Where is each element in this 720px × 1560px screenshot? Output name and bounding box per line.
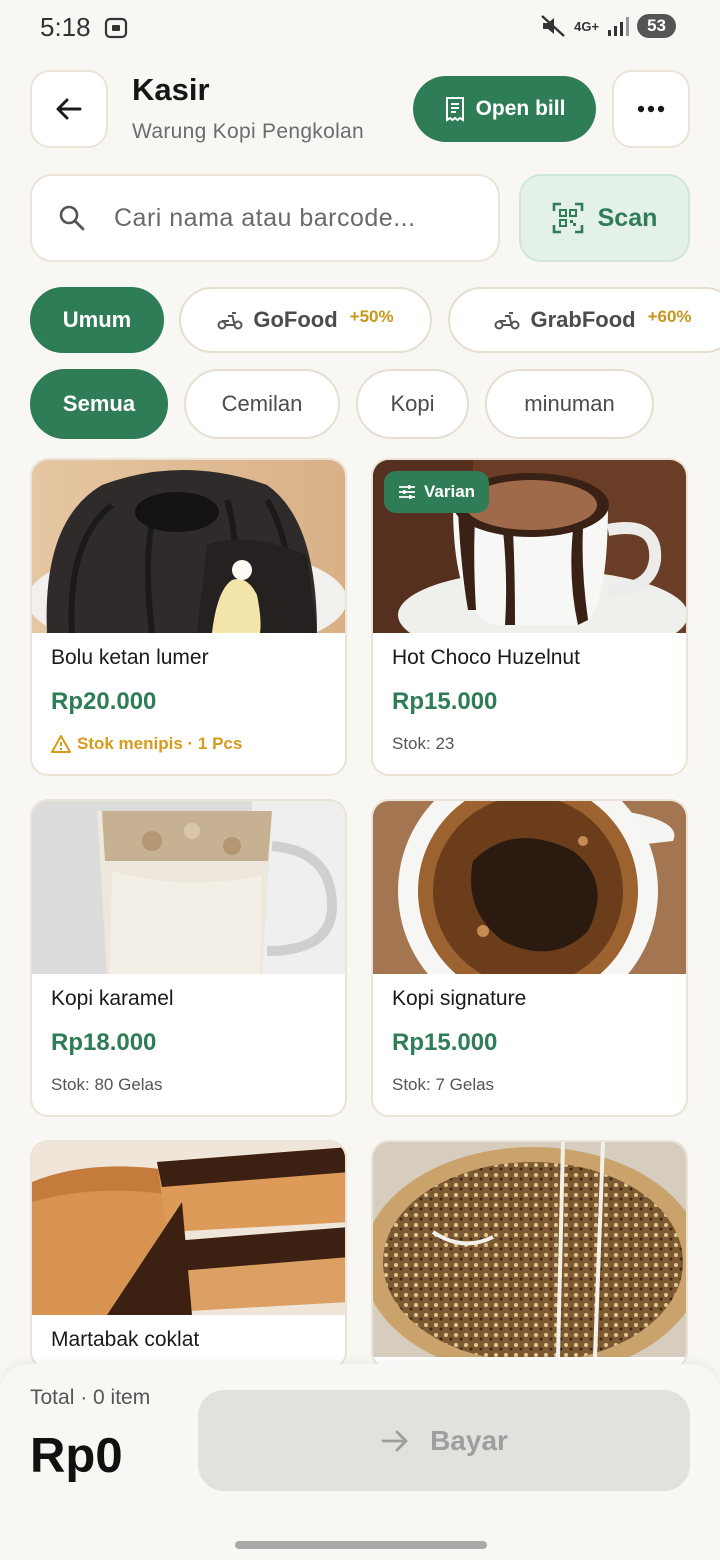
total-amount: Rp0 — [30, 1429, 123, 1483]
category-chip-minuman[interactable]: minuman — [485, 369, 654, 439]
product-price: Rp15.000 — [392, 1029, 498, 1056]
category-label: Semua — [62, 391, 136, 416]
product-price: Rp18.000 — [51, 1029, 157, 1056]
page-title: Kasir — [132, 72, 210, 107]
product-card[interactable]: Martabak coklat — [30, 1140, 347, 1370]
mute-icon — [541, 15, 565, 37]
checkout-bar: Total · 0 item Rp0 Bayar — [0, 1364, 720, 1560]
product-card[interactable]: Varian Hot Choco Huzelnut Rp15.000 Stok:… — [371, 458, 688, 776]
category-label: Cemilan — [221, 391, 303, 416]
sliders-icon — [399, 485, 415, 499]
search-bar[interactable] — [30, 174, 500, 262]
delivery-scooter-icon — [217, 312, 243, 330]
scan-button[interactable]: Scan — [519, 174, 690, 262]
search-input[interactable] — [114, 203, 444, 233]
category-label: minuman — [524, 391, 615, 416]
product-price: Rp20.000 — [51, 688, 157, 715]
markup-badge: +50% — [349, 307, 394, 326]
total-label: Total · 0 item — [30, 1386, 151, 1409]
product-name: Hot Choco Huzelnut — [392, 646, 580, 669]
network-type: 4G+ — [574, 18, 600, 34]
product-name: Kopi karamel — [51, 987, 174, 1010]
product-name: Kopi signature — [392, 987, 527, 1010]
warning-icon — [51, 735, 71, 753]
open-bill-button[interactable]: Open bill — [413, 76, 596, 142]
more-options-button[interactable] — [612, 70, 690, 148]
open-bill-label: Open bill — [475, 97, 566, 120]
arrow-left-icon — [56, 98, 82, 120]
product-price: Rp15.000 — [392, 688, 498, 715]
product-name: Martabak coklat — [51, 1328, 200, 1351]
channel-chip-grabfood[interactable]: GrabFood +60% — [448, 287, 720, 353]
product-image — [32, 1142, 345, 1315]
signal-icon — [608, 17, 630, 36]
stock-text: Stok: 23 — [392, 734, 455, 753]
arrow-right-icon — [381, 1430, 408, 1451]
product-image: Varian — [373, 460, 686, 633]
markup-badge: +60% — [647, 307, 692, 326]
product-name: Bolu ketan lumer — [51, 646, 209, 669]
stock-text: Stok menipis · 1 Pcs — [77, 734, 243, 753]
stock-warning: Stok menipis · 1 Pcs — [51, 734, 242, 754]
pay-label: Bayar — [430, 1424, 508, 1456]
variant-badge-label: Varian — [424, 482, 476, 501]
stock-text: Stok: 7 Gelas — [392, 1075, 495, 1094]
status-time: 5:18 — [40, 12, 91, 42]
channel-label: GrabFood — [530, 307, 636, 332]
channel-label: Umum — [62, 307, 132, 332]
status-bar: 5:18 4G+ 53 — [0, 0, 720, 56]
more-horizontal-icon — [637, 105, 665, 113]
product-image — [32, 801, 345, 974]
scan-label: Scan — [597, 203, 658, 232]
stock-text: Stok: 80 Gelas — [51, 1075, 163, 1094]
product-image — [32, 460, 345, 633]
category-chip-kopi[interactable]: Kopi — [356, 369, 469, 439]
receipt-icon — [445, 97, 464, 122]
search-icon — [59, 205, 85, 231]
delivery-scooter-icon — [494, 312, 520, 330]
variant-badge: Varian — [384, 471, 490, 513]
channel-chip-gofood[interactable]: GoFood +50% — [179, 287, 432, 353]
screenshot-icon — [104, 17, 128, 39]
category-chip-semua[interactable]: Semua — [30, 369, 168, 439]
product-card[interactable]: Kopi karamel Rp18.000 Stok: 80 Gelas — [30, 799, 347, 1117]
store-name: Warung Kopi Pengkolan — [132, 120, 364, 143]
category-chip-cemilan[interactable]: Cemilan — [184, 369, 340, 439]
product-card[interactable] — [371, 1140, 688, 1370]
channel-chip-umum[interactable]: Umum — [30, 287, 164, 353]
channel-label: GoFood — [253, 307, 338, 332]
product-card[interactable]: Kopi signature Rp15.000 Stok: 7 Gelas — [371, 799, 688, 1117]
home-indicator[interactable] — [235, 1541, 487, 1549]
category-label: Kopi — [390, 391, 435, 416]
qr-scan-icon — [552, 202, 583, 234]
product-card[interactable]: Bolu ketan lumer Rp20.000 Stok menipis ·… — [30, 458, 347, 776]
product-image — [373, 1142, 686, 1357]
pay-button[interactable]: Bayar — [198, 1390, 690, 1491]
battery-indicator: 53 — [637, 14, 676, 38]
back-button[interactable] — [30, 70, 108, 148]
product-image — [373, 801, 686, 974]
